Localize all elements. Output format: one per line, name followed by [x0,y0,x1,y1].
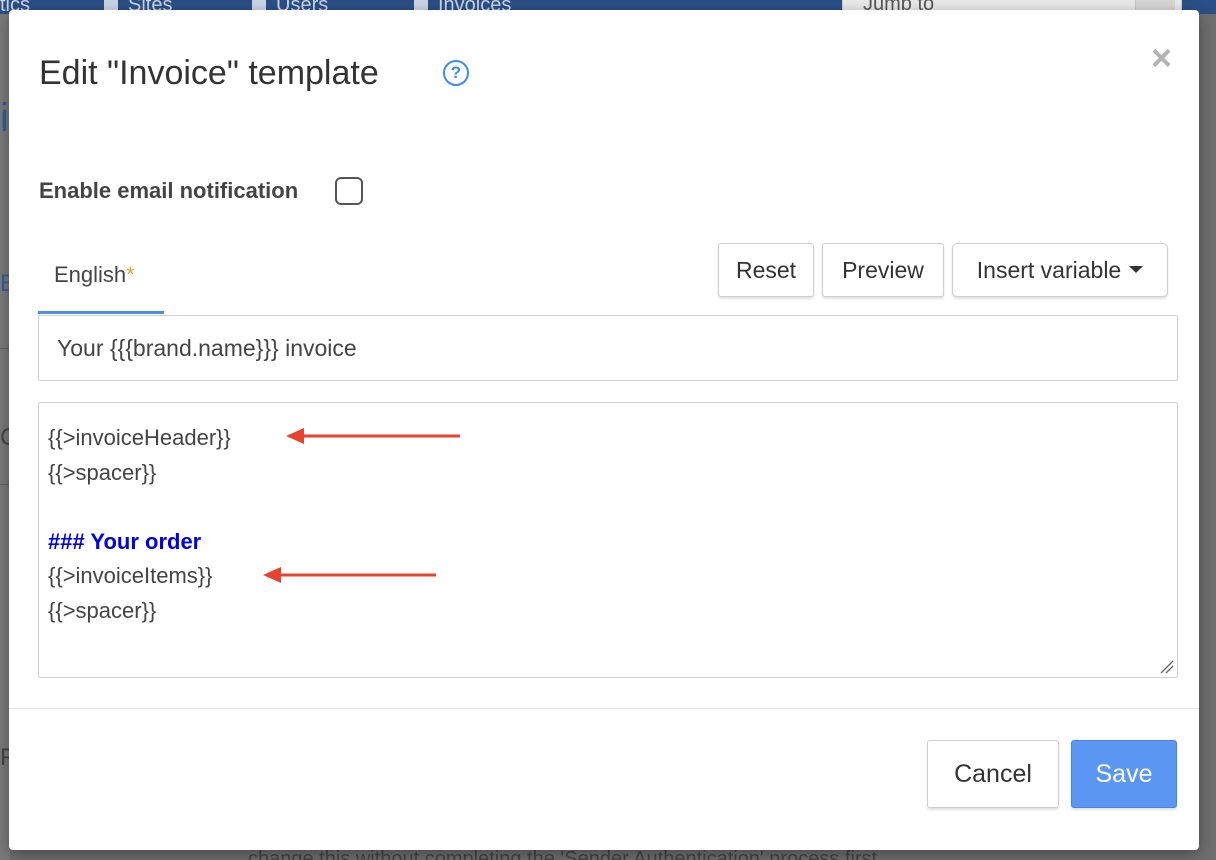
tab-english[interactable]: English* [38,252,164,314]
annotation-arrow-icon [263,567,436,583]
editor-line: {{>spacer}} [48,597,157,623]
editor-line: {{>invoiceHeader}} [48,425,231,450]
background-glyph: i [0,96,9,140]
template-body-editor[interactable]: {{>invoiceHeader}} {{>spacer}} ### Your … [38,402,1178,678]
preview-button[interactable]: Preview [822,243,944,297]
caret-down-icon [1129,266,1144,274]
save-button[interactable]: Save [1071,740,1177,808]
editor-line-heading: ### Your order [48,528,202,554]
email-notification-label: Enable email notification [39,178,299,203]
modal-footer-divider [9,708,1199,709]
modal-title: Edit "Invoice" template [39,54,379,92]
required-mark: * [126,262,135,287]
resize-handle-icon[interactable] [1160,660,1174,674]
editor-line: {{>spacer}} [48,459,157,485]
edit-template-modal: Edit "Invoice" template ? × Enable email… [9,10,1199,850]
email-notification-checkbox[interactable] [335,177,363,205]
subject-input[interactable]: Your {{{brand.name}}} invoice [38,315,1178,381]
question-circle-icon[interactable]: ? [443,60,469,86]
reset-button[interactable]: Reset [718,243,814,297]
annotation-arrow-icon [286,428,460,444]
tab-label: English [54,262,127,287]
editor-line: {{>invoiceItems}} [48,563,213,588]
insert-variable-label: Insert variable [976,257,1122,283]
insert-variable-dropdown[interactable]: Insert variable [952,243,1168,297]
close-icon[interactable]: × [1151,40,1172,76]
cancel-button[interactable]: Cancel [927,740,1059,808]
